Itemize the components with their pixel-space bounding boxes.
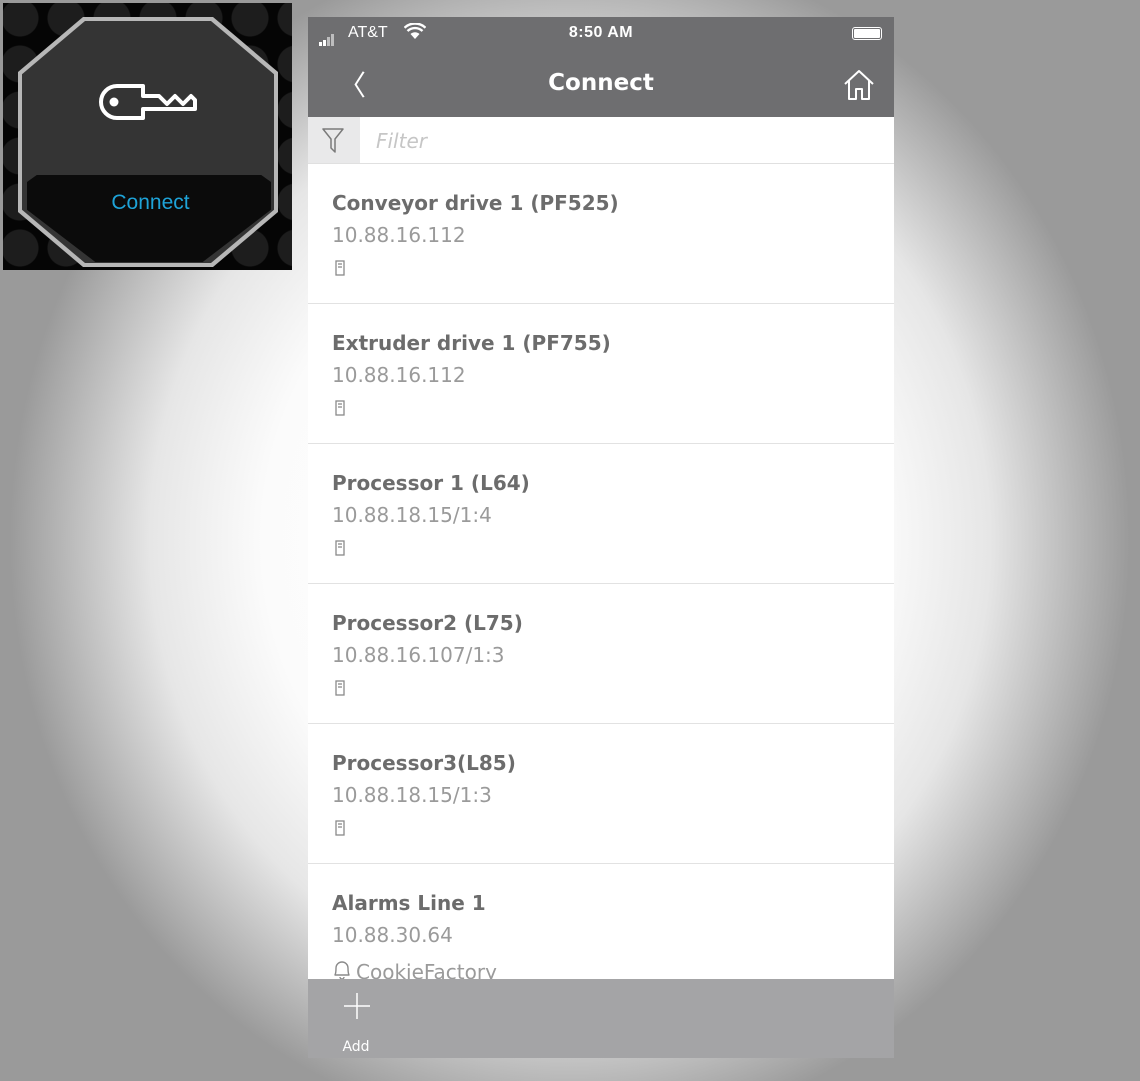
device-name: Processor 1 (L64) xyxy=(332,471,530,495)
device-name: Alarms Line 1 xyxy=(332,891,486,915)
nav-bar: 〈 Connect xyxy=(308,50,894,117)
filter-bar xyxy=(308,117,894,164)
device-address: 10.88.16.112 xyxy=(332,363,466,387)
add-label: Add xyxy=(342,1039,370,1055)
status-bar: AT&T 8:50 AM xyxy=(308,17,894,50)
page-title: Connect xyxy=(548,70,654,96)
device-icon xyxy=(335,260,345,276)
device-icon xyxy=(335,400,345,416)
phone-screen: AT&T 8:50 AM 〈 Connect Conveyor drive 1 … xyxy=(308,17,894,1058)
device-icon xyxy=(335,680,345,696)
connect-tile[interactable]: Connect xyxy=(3,3,292,270)
device-name: Conveyor drive 1 (PF525) xyxy=(332,191,619,215)
device-address: 10.88.16.107/1:3 xyxy=(332,643,505,667)
device-name: Processor2 (L75) xyxy=(332,611,523,635)
filter-icon xyxy=(322,128,344,153)
list-item[interactable]: Processor2 (L75) 10.88.16.107/1:3 xyxy=(308,584,894,724)
add-button[interactable]: Add xyxy=(330,989,380,1055)
device-icon xyxy=(335,540,345,556)
device-address: 10.88.16.112 xyxy=(332,223,466,247)
tile-label: Connect xyxy=(111,191,190,214)
list-item[interactable]: Extruder drive 1 (PF755) 10.88.16.112 xyxy=(308,304,894,444)
bottom-toolbar: Add xyxy=(308,979,894,1058)
bell-icon xyxy=(334,961,350,980)
device-list: Conveyor drive 1 (PF525) 10.88.16.112 Ex… xyxy=(308,164,894,1004)
device-icon xyxy=(335,820,345,836)
home-icon[interactable] xyxy=(842,68,876,102)
battery-icon xyxy=(852,27,882,40)
filter-input[interactable] xyxy=(374,125,878,157)
list-item[interactable]: Conveyor drive 1 (PF525) 10.88.16.112 xyxy=(308,164,894,304)
device-address: 10.88.18.15/1:4 xyxy=(332,503,492,527)
device-name: Processor3(L85) xyxy=(332,751,516,775)
status-time: 8:50 AM xyxy=(568,24,634,41)
device-address: 10.88.30.64 xyxy=(332,923,453,947)
device-name: Extruder drive 1 (PF755) xyxy=(332,331,611,355)
key-icon xyxy=(99,84,197,120)
list-item[interactable]: Processor 1 (L64) 10.88.18.15/1:4 xyxy=(308,444,894,584)
list-item[interactable]: Processor3(L85) 10.88.18.15/1:3 xyxy=(308,724,894,864)
plus-icon xyxy=(344,993,370,1019)
device-address: 10.88.18.15/1:3 xyxy=(332,783,492,807)
filter-button[interactable] xyxy=(308,117,360,163)
